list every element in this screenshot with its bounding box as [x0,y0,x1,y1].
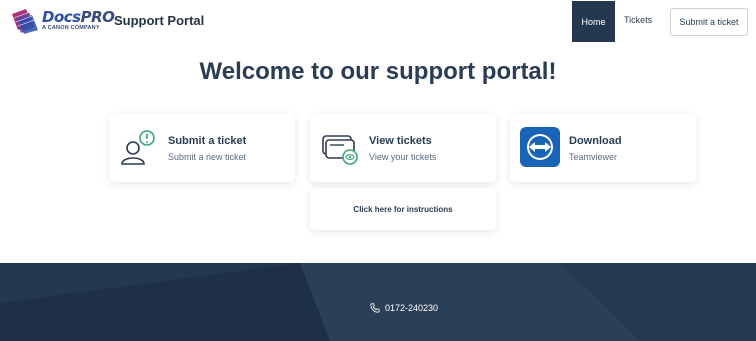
card-subtitle: Teamviewer [569,152,618,162]
logo-subtitle: A CANON COMPANY [42,25,100,32]
phone-number: 0172-240230 [385,303,439,313]
user-alert-icon [119,128,159,168]
card-title: Submit a ticket [168,135,247,147]
card-title: Download [569,135,622,147]
nav-home[interactable]: Home [572,1,615,42]
submit-ticket-card[interactable]: Submit a ticket Submit a new ticket [109,114,295,182]
footer-phone[interactable]: 0172-240230 [370,303,438,313]
nav-submit-ticket-button[interactable]: Submit a ticket [670,8,748,36]
nav-tickets[interactable]: Tickets [624,15,652,25]
header: DocsPRO A CANON COMPANY Support Portal H… [0,0,756,42]
footer [0,263,756,341]
view-tickets-card[interactable]: View tickets View your tickets [310,114,496,182]
card-subtitle: Submit a new ticket [168,152,247,162]
portal-title: Support Portal [114,13,205,28]
teamviewer-icon [520,127,560,167]
phone-icon [370,303,380,313]
page-title: Welcome to our support portal! [199,58,557,85]
support-portal-page: DocsPRO A CANON COMPANY Support Portal H… [0,0,756,341]
instructions-button[interactable]: Click here for instructions [310,188,496,230]
card-subtitle: View your tickets [369,152,437,162]
footer-background-shapes [0,263,756,341]
card-title: View tickets [369,135,432,147]
ticket-view-icon [320,128,360,168]
logo-brand: DocsPRO [42,8,115,27]
logo-mark-icon [10,8,40,34]
logo-text: DocsPRO A CANON COMPANY [42,8,115,32]
docspro-logo[interactable]: DocsPRO A CANON COMPANY [10,7,115,35]
download-teamviewer-card[interactable]: Download Teamviewer [510,114,696,182]
